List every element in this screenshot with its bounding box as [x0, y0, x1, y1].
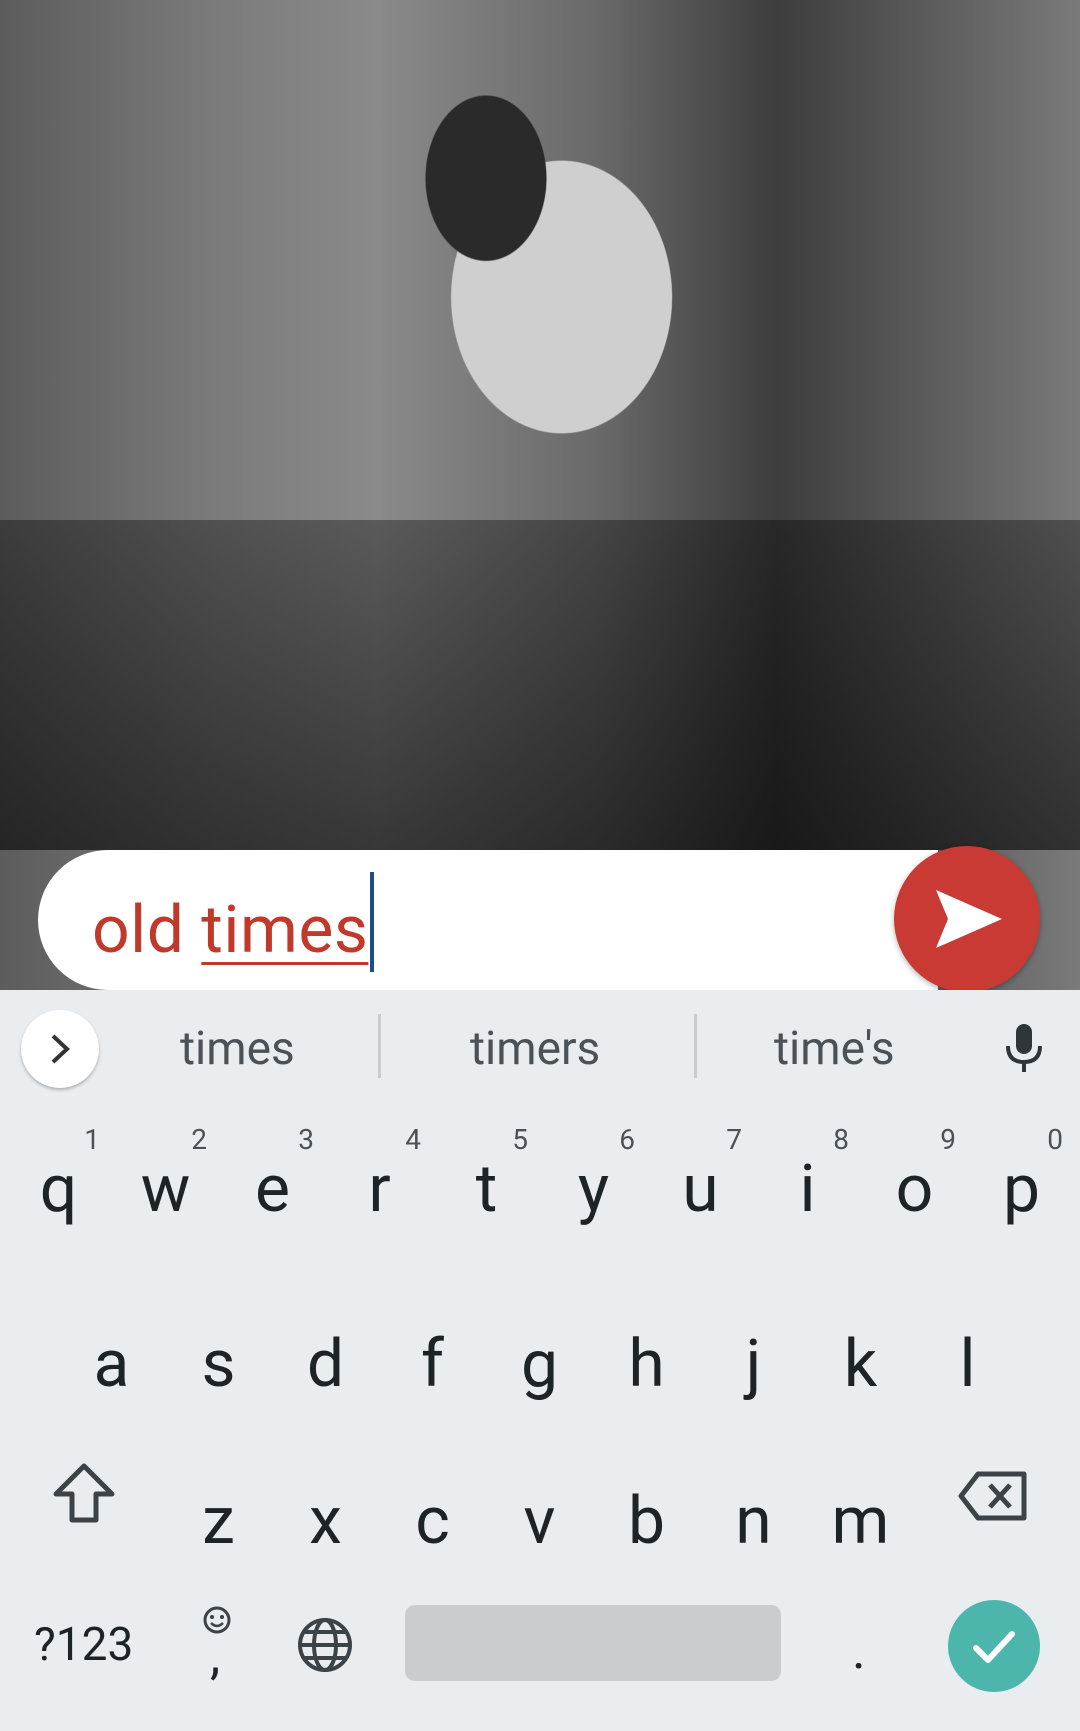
key-b[interactable]: b [593, 1452, 700, 1602]
key-o[interactable]: 9o [861, 1120, 968, 1270]
key-t[interactable]: 5t [433, 1120, 540, 1270]
key-char: p [1002, 1151, 1041, 1228]
check-icon [973, 1631, 1015, 1663]
key-p[interactable]: 0p [968, 1120, 1075, 1270]
input-word-times: times [201, 892, 369, 969]
key-d[interactable]: d [272, 1295, 379, 1445]
text-caret [370, 872, 375, 972]
key-f[interactable]: f [379, 1295, 486, 1445]
key-char: r [368, 1151, 391, 1228]
key-k[interactable]: k [807, 1295, 914, 1445]
key-e[interactable]: 3e [219, 1120, 326, 1270]
key-w[interactable]: 2w [112, 1120, 219, 1270]
key-j[interactable]: j [700, 1295, 807, 1445]
key-m[interactable]: m [807, 1452, 914, 1602]
suggestion-1[interactable]: times [180, 1022, 295, 1076]
key-g[interactable]: g [486, 1295, 593, 1445]
key-i[interactable]: 8i [754, 1120, 861, 1270]
globe-icon[interactable] [296, 1616, 354, 1674]
key-char: y [577, 1151, 610, 1228]
key-char: a [93, 1326, 130, 1403]
key-s[interactable]: s [165, 1295, 272, 1445]
key-u[interactable]: 7u [647, 1120, 754, 1270]
backspace-icon[interactable] [958, 1470, 1028, 1522]
key-char: b [627, 1483, 666, 1560]
key-z[interactable]: z [165, 1452, 272, 1602]
key-char: q [39, 1151, 78, 1228]
suggestion-divider [694, 1014, 697, 1078]
key-char: f [421, 1326, 444, 1403]
background-photo [0, 0, 1080, 990]
key-c[interactable]: c [379, 1452, 486, 1602]
key-char: s [201, 1326, 236, 1403]
suggestion-divider [378, 1014, 381, 1078]
expand-toolbar-button[interactable] [21, 1010, 99, 1088]
microphone-icon[interactable] [1003, 1022, 1045, 1074]
key-char: t [475, 1151, 498, 1228]
key-n[interactable]: n [700, 1452, 807, 1602]
key-char: d [306, 1326, 345, 1403]
suggestion-2[interactable]: timers [470, 1022, 600, 1076]
key-char: h [628, 1326, 665, 1403]
chevron-right-icon [51, 1034, 70, 1064]
search-input-text: old times [92, 872, 375, 981]
key-x[interactable]: x [272, 1452, 379, 1602]
comma-key[interactable]: , [210, 1625, 220, 1686]
period-key[interactable]: . [852, 1620, 866, 1681]
enter-button[interactable] [948, 1600, 1040, 1692]
key-l[interactable]: l [914, 1295, 1021, 1445]
key-a[interactable]: a [58, 1295, 165, 1445]
key-char: v [523, 1483, 556, 1560]
key-r[interactable]: 4r [326, 1120, 433, 1270]
send-button[interactable] [894, 846, 1040, 992]
suggestion-3[interactable]: time's [774, 1022, 895, 1076]
input-word-old: old [92, 892, 202, 969]
key-char: z [202, 1483, 235, 1560]
key-char: j [745, 1326, 762, 1403]
key-char: g [520, 1326, 559, 1403]
key-v[interactable]: v [486, 1452, 593, 1602]
key-q[interactable]: 1q [5, 1120, 112, 1270]
key-char: w [140, 1151, 191, 1228]
key-char: n [735, 1483, 772, 1560]
key-char: x [309, 1483, 342, 1560]
shift-icon[interactable] [52, 1462, 116, 1524]
key-char: l [959, 1326, 976, 1403]
key-char: k [843, 1326, 878, 1403]
key-char: o [895, 1151, 934, 1228]
key-char: u [682, 1151, 719, 1228]
send-icon [936, 890, 1002, 948]
key-char: i [799, 1151, 816, 1228]
key-h[interactable]: h [593, 1295, 700, 1445]
key-y[interactable]: 6y [540, 1120, 647, 1270]
space-bar[interactable] [405, 1605, 781, 1681]
key-char: c [415, 1483, 450, 1560]
key-char: e [255, 1151, 290, 1228]
symbols-key[interactable]: ?123 [34, 1618, 133, 1672]
key-char: m [831, 1483, 890, 1560]
